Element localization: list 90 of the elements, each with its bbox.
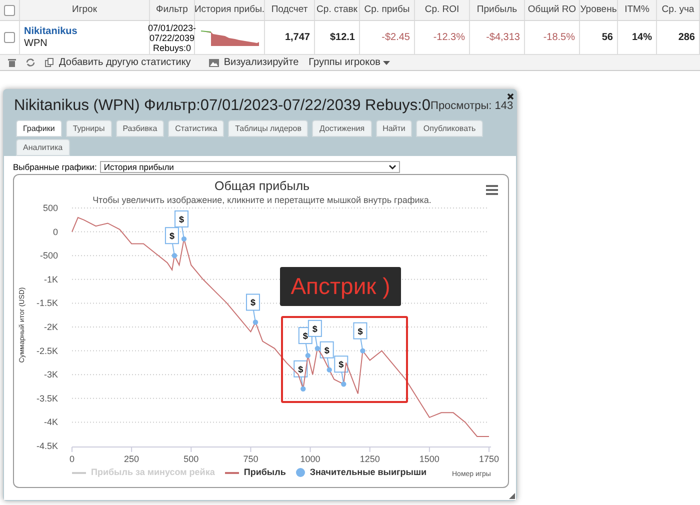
big-win-point — [181, 236, 187, 242]
big-win-point — [252, 320, 258, 325]
tab[interactable]: Аналитика — [16, 139, 70, 156]
column-header[interactable]: Прибыль — [476, 2, 518, 18]
column-header[interactable]: Ср. прибы — [364, 2, 410, 18]
tab[interactable]: Таблицы лидеров — [228, 120, 308, 137]
legend-label: Прибыль — [244, 466, 286, 479]
groups-dropdown[interactable]: Группы игроков — [308, 55, 390, 70]
y-tick-label: 0 — [52, 226, 58, 237]
column-header[interactable]: Фильтр — [156, 2, 188, 18]
filter-text: 07/22/2039 — [149, 32, 195, 42]
table-cell-text: -18.5% — [543, 31, 575, 45]
y-tick-label: -1.5K — [36, 298, 58, 308]
big-win-point — [172, 253, 178, 258]
menu-icon[interactable] — [486, 185, 498, 195]
player-link[interactable]: Nikitanikus — [24, 26, 78, 38]
table-cell-text: $12.1 — [330, 31, 355, 45]
filter-text: Rebuys:0 — [152, 42, 192, 52]
close-icon — [506, 92, 514, 100]
trash-icon[interactable] — [8, 58, 16, 67]
table-cell-text: 14% — [632, 31, 652, 45]
big-win-point — [305, 352, 310, 358]
tab[interactable]: Графики — [16, 120, 62, 137]
dialog-title: Nikitanikus (WPN) Фильтр:07/01/2023-07/22/2039 Rebuys:0 — [14, 96, 431, 116]
visualize-button[interactable]: Визуализируйте — [208, 55, 299, 70]
x-tick-label: 1500 — [419, 454, 440, 464]
filter-text: 07/01/2023- — [148, 22, 196, 32]
network-label: WPN — [24, 38, 48, 50]
chart-select[interactable]: История прибыли — [100, 161, 400, 173]
views-count: Просмотры: 143 — [430, 98, 514, 114]
table-cell-text: 56 — [602, 31, 613, 45]
checkbox[interactable] — [4, 32, 15, 43]
y-tick-label: -1K — [44, 274, 58, 284]
sparkline — [198, 30, 260, 46]
image-icon — [208, 58, 219, 66]
y-tick-label: -2.5K — [36, 346, 58, 356]
chevron-icon — [388, 164, 396, 170]
column-header[interactable]: Ср. уча — [662, 2, 694, 18]
tab[interactable]: Разбивка — [116, 120, 164, 137]
x-tick-label: 1000 — [300, 454, 320, 464]
big-win-point — [326, 367, 332, 372]
legend-line-icon — [224, 472, 239, 474]
column-header[interactable]: История прибы. — [194, 2, 265, 18]
y-tick-label: 500 — [42, 203, 58, 213]
table-cell-text: -$2.45 — [382, 31, 410, 45]
table-cell-text: -$4,313 — [486, 31, 520, 45]
table-cell-text: 286 — [678, 31, 695, 45]
column-header[interactable]: Общий RO — [528, 2, 576, 18]
y-tick-label: -500 — [40, 250, 58, 261]
x-tick-label: 0 — [70, 454, 74, 464]
refresh-icon[interactable] — [26, 58, 35, 67]
tab[interactable]: Найти — [376, 120, 412, 137]
x-tick-label: 1750 — [478, 454, 500, 464]
overlay-label: Апстрик ) — [280, 267, 401, 306]
caret-icon — [383, 60, 390, 64]
close-button[interactable] — [505, 91, 515, 101]
chart-subtitle: Чтобы увеличить изображение, кликните и перетащите мышкой внутрь графика. — [92, 195, 432, 205]
y-tick-label: -3K — [44, 370, 58, 380]
legend-item[interactable]: Значительные выигрыши — [296, 466, 426, 480]
x-tick-label: 1250 — [360, 454, 380, 464]
tab[interactable]: Опубликовать — [416, 120, 483, 137]
y-tick-label: -4K — [44, 417, 58, 428]
table-cell-text: -12.3% — [433, 31, 465, 45]
chart-title: Общая прибыль — [214, 179, 310, 193]
big-win-point — [314, 346, 320, 352]
column-header[interactable]: Уровень — [580, 2, 617, 18]
column-header[interactable]: Игрок — [72, 2, 98, 18]
column-header[interactable]: ITM% — [624, 2, 650, 18]
x-tick-label: 250 — [124, 454, 140, 464]
tab[interactable]: Достижения — [312, 120, 372, 137]
big-win-point — [341, 382, 346, 387]
tab[interactable]: Статистика — [168, 120, 224, 137]
x-tick-label: 750 — [243, 454, 258, 464]
big-win-point — [300, 386, 306, 392]
add-stat-button[interactable]: Добавить другую статистику — [45, 55, 191, 70]
x-tick-label: 500 — [184, 454, 199, 464]
legend-item[interactable]: Прибыль — [224, 466, 286, 480]
column-header[interactable]: Ср. ROI — [424, 2, 460, 18]
copy-icon — [45, 58, 54, 67]
tab[interactable]: Турниры — [66, 120, 112, 137]
column-header[interactable]: Подсчет — [271, 2, 308, 18]
resize-grip-icon[interactable] — [509, 493, 515, 499]
y-tick-label: -4.5K — [36, 441, 58, 451]
big-win-point — [360, 348, 366, 354]
y-tick-label: -2K — [44, 322, 58, 332]
table-cell-text: 1,747 — [284, 31, 310, 45]
y-tick-label: -3.5K — [36, 393, 58, 404]
column-header[interactable]: Ср. ставк — [316, 2, 358, 18]
select-label: Выбранные графики: — [13, 160, 97, 174]
checkbox[interactable] — [4, 4, 15, 16]
